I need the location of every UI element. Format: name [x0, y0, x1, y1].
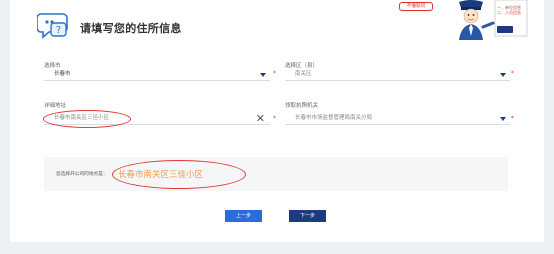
chevron-down-icon	[500, 73, 506, 77]
selected-location-label: 您选择开公司的地点是：	[56, 172, 108, 177]
mascot-board-text: 一、单位信息 二、人员信息	[497, 5, 521, 15]
clear-icon[interactable]: ✕	[256, 113, 265, 124]
page-title: 请填写您的住所信息	[80, 22, 182, 35]
chevron-down-icon	[260, 73, 266, 77]
required-mark: *	[511, 115, 514, 122]
district-select-placeholder: 南关区	[295, 71, 312, 77]
chat-question-icon: ?	[37, 13, 68, 39]
required-mark: *	[273, 70, 276, 77]
authority-label: 领取执照机关	[285, 103, 319, 109]
authority-select[interactable]: 长春市市场监督管理局南关分局	[285, 112, 510, 125]
address-label: 详细地址	[44, 103, 67, 109]
required-mark: *	[511, 70, 514, 77]
prev-button[interactable]: 上一步	[225, 210, 262, 222]
city-select[interactable]: 长春市	[44, 68, 270, 81]
annotation-ellipse	[112, 160, 246, 189]
district-select[interactable]: 南关区	[285, 68, 510, 81]
city-select-value: 长春市	[54, 71, 71, 77]
next-button[interactable]: 下一步	[289, 210, 326, 222]
annotation-ellipse	[43, 110, 131, 128]
required-mark: *	[273, 115, 276, 122]
authority-select-placeholder: 长春市市场监督管理局南关分局	[295, 115, 373, 121]
svg-text:?: ?	[56, 25, 61, 36]
help-badge[interactable]: 不懂就问	[399, 2, 433, 11]
chevron-down-icon	[500, 117, 506, 121]
